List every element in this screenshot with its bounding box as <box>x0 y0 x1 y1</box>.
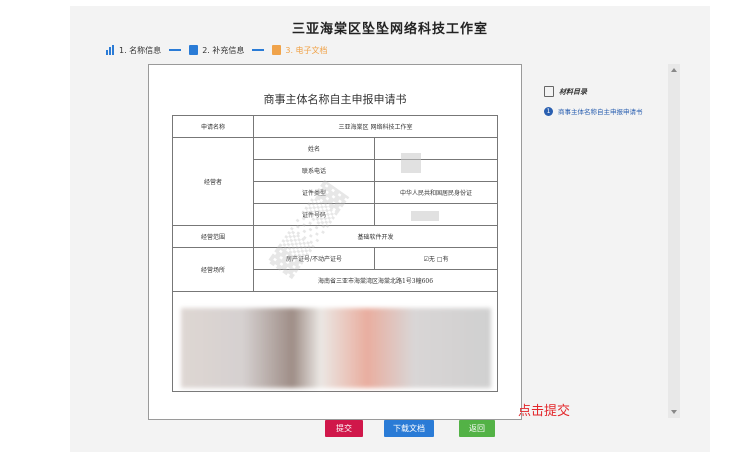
redacted-name <box>401 153 421 173</box>
chart-icon <box>106 45 115 55</box>
material-item-label: 商事主体名称自主申报申请书 <box>558 108 643 116</box>
name-value <box>374 137 498 160</box>
property-options: ☑无 □有 <box>374 247 498 270</box>
materials-header: 材料目录 <box>544 86 587 97</box>
place-label: 经营场所 <box>172 247 254 292</box>
step-1-label: 1. 名称信息 <box>119 45 162 55</box>
material-item[interactable]: 1 商事主体名称自主申报申请书 <box>544 106 643 116</box>
main-frame: 三亚海棠区坠坠网络科技工作室 1. 名称信息 2. 补充信息 3. 电子文档 商… <box>70 6 710 452</box>
item-number-badge: 1 <box>544 106 553 116</box>
download-button[interactable]: 下载文档 <box>384 420 434 437</box>
step-1[interactable]: 1. 名称信息 <box>106 45 161 56</box>
property-have-option: □有 <box>436 256 449 263</box>
step-separator <box>252 49 265 51</box>
id-type-value: 中华人民共和国居民身份证 <box>374 181 498 204</box>
document-preview[interactable]: 商事主体名称自主申报申请书 申请名称 三亚海棠区 网络科技工作室 经营者 姓名 … <box>148 64 522 420</box>
applicant-name-value: 三亚海棠区 网络科技工作室 <box>253 115 498 138</box>
folder-icon <box>272 45 282 55</box>
scroll-down-arrow-icon[interactable] <box>671 410 677 414</box>
step-2[interactable]: 2. 补充信息 <box>189 45 244 56</box>
materials-sidebar: 材料目录 1 商事主体名称自主申报申请书 <box>522 64 680 418</box>
submit-hint: 点击提交 <box>518 404 571 419</box>
scope-label: 经营范围 <box>172 225 254 248</box>
submit-button[interactable]: 提交 <box>325 420 363 437</box>
applicant-name-label: 申请名称 <box>172 115 254 138</box>
step-3[interactable]: 3. 电子文档 <box>272 45 328 56</box>
step-2-label: 2. 补充信息 <box>202 45 245 55</box>
scrollbar[interactable] <box>668 64 680 418</box>
property-none-option: ☑无 <box>423 256 435 263</box>
phone-label: 联系电话 <box>253 159 375 182</box>
redacted-id-number <box>411 211 439 221</box>
redacted-id-photos <box>181 308 491 388</box>
step-separator <box>169 49 182 51</box>
back-button[interactable]: 返回 <box>459 420 495 437</box>
page-title: 三亚海棠区坠坠网络科技工作室 <box>291 22 488 37</box>
clipboard-icon <box>544 86 554 97</box>
document-title: 商事主体名称自主申报申请书 <box>263 93 407 106</box>
phone-value <box>374 159 498 182</box>
materials-header-label: 材料目录 <box>559 87 587 96</box>
document-icon <box>189 45 199 55</box>
step-3-label: 3. 电子文档 <box>285 45 328 55</box>
name-label: 姓名 <box>253 137 375 160</box>
scroll-up-arrow-icon[interactable] <box>671 68 677 72</box>
operator-label: 经营者 <box>172 137 254 226</box>
step-indicator: 1. 名称信息 2. 补充信息 3. 电子文档 <box>106 42 328 58</box>
